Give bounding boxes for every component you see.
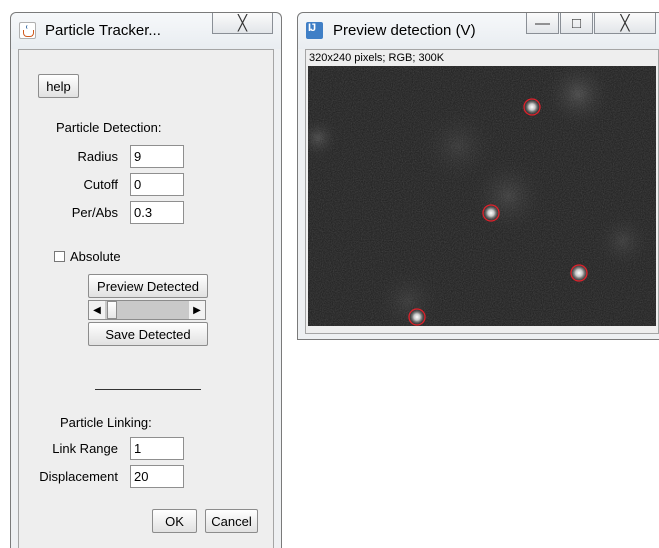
preview-panel: 320x240 pixels; RGB; 300K bbox=[305, 49, 659, 334]
cutoff-input[interactable]: 0 bbox=[130, 173, 184, 196]
scroll-left-icon[interactable]: ◀ bbox=[89, 301, 105, 319]
cutoff-label: Cutoff bbox=[83, 177, 118, 192]
preview-detected-button[interactable]: Preview Detected bbox=[88, 274, 208, 298]
detected-particle bbox=[523, 98, 541, 116]
perabs-input[interactable]: 0.3 bbox=[130, 201, 184, 224]
detection-image-canvas bbox=[308, 66, 656, 326]
particle-tracker-panel: help Particle Detection: Radius 9 Cutoff… bbox=[18, 49, 274, 548]
scroll-thumb[interactable] bbox=[107, 301, 117, 319]
close-button[interactable]: ╳ bbox=[212, 13, 273, 34]
absolute-label: Absolute bbox=[70, 249, 121, 264]
minimize-button[interactable]: — bbox=[526, 13, 559, 34]
close-icon: ╳ bbox=[620, 15, 630, 32]
detected-particle bbox=[482, 204, 500, 222]
separator bbox=[95, 389, 201, 390]
save-detected-button[interactable]: Save Detected bbox=[88, 322, 208, 346]
absolute-checkbox[interactable] bbox=[54, 251, 65, 262]
link-range-label: Link Range bbox=[52, 441, 118, 456]
detection-image[interactable] bbox=[308, 66, 656, 326]
help-button[interactable]: help bbox=[38, 74, 79, 98]
displacement-label: Displacement bbox=[39, 469, 118, 484]
displacement-input[interactable]: 20 bbox=[130, 465, 184, 488]
slice-scrollbar[interactable]: ◀ ▶ bbox=[88, 300, 206, 320]
detected-particle bbox=[408, 308, 426, 326]
preview-detection-window: Preview detection (V) — □ ╳ 320x240 pixe… bbox=[297, 12, 659, 340]
preview-titlebar[interactable]: Preview detection (V) — □ ╳ bbox=[298, 13, 659, 49]
radius-input[interactable]: 9 bbox=[130, 145, 184, 168]
window-title: Preview detection (V) bbox=[333, 22, 476, 39]
noise-layer bbox=[308, 66, 656, 326]
close-button[interactable]: ╳ bbox=[594, 13, 656, 34]
perabs-label: Per/Abs bbox=[71, 205, 118, 220]
close-icon: ╳ bbox=[237, 15, 248, 32]
detected-particle bbox=[569, 263, 589, 283]
java-icon bbox=[19, 22, 36, 39]
linking-heading: Particle Linking: bbox=[60, 415, 152, 430]
window-title: Particle Tracker... bbox=[45, 22, 161, 39]
particle-tracker-window: Particle Tracker... ╳ help Particle Dete… bbox=[10, 12, 282, 548]
maximize-icon: □ bbox=[571, 14, 582, 32]
image-info: 320x240 pixels; RGB; 300K bbox=[309, 52, 445, 64]
radius-label: Radius bbox=[77, 149, 118, 164]
detection-heading: Particle Detection: bbox=[56, 120, 162, 135]
maximize-button[interactable]: □ bbox=[560, 13, 593, 34]
imagej-icon bbox=[306, 22, 323, 39]
particle-tracker-titlebar[interactable]: Particle Tracker... ╳ bbox=[11, 13, 281, 49]
cancel-button[interactable]: Cancel bbox=[205, 509, 258, 533]
scroll-right-icon[interactable]: ▶ bbox=[189, 301, 205, 319]
minimize-icon: — bbox=[535, 14, 550, 32]
link-range-input[interactable]: 1 bbox=[130, 437, 184, 460]
ok-button[interactable]: OK bbox=[152, 509, 197, 533]
